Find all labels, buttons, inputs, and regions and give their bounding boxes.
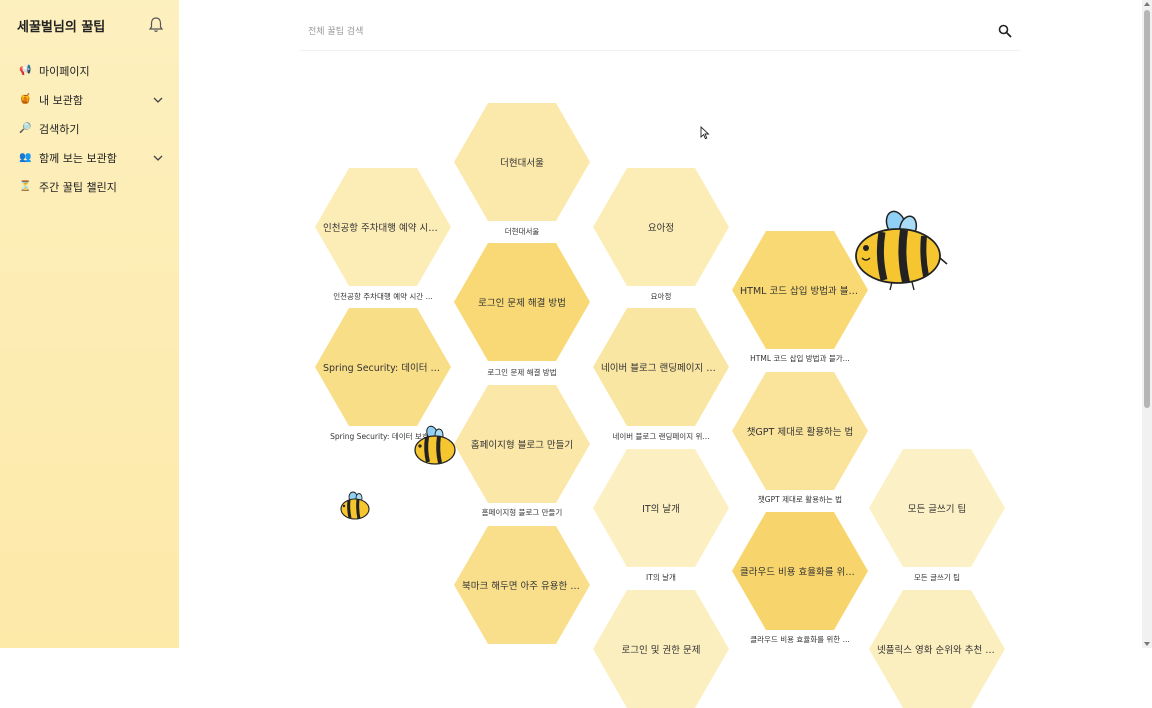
app-title[interactable]: 세꿀벌님의 꿀팁: [17, 16, 105, 35]
tip-hex[interactable]: 넷플릭스 영화 순위와 추천 작품: [869, 590, 1005, 708]
sidebar-item-label: 주간 꿀팁 챌린지: [39, 180, 117, 194]
sidebar-item-shared-storage[interactable]: 👥 함께 보는 보관함: [0, 143, 179, 172]
tip-title: 로그인 및 권한 문제: [621, 645, 701, 656]
sidebar: 세꿀벌님의 꿀팁 📢 마이페이지 🍯 내 보관함 🔎 검색하기 👥 함께 보는 …: [0, 0, 179, 648]
search-input[interactable]: [300, 18, 990, 46]
tip-title: 더현대서울: [500, 158, 544, 169]
bee-illustration: [855, 210, 948, 291]
trophy-icon: ⏳: [19, 180, 32, 192]
people-icon: 👥: [19, 151, 32, 163]
tip-hex[interactable]: IT의 날개: [593, 449, 729, 567]
bell-icon[interactable]: [147, 16, 165, 34]
scroll-down-arrow-icon[interactable]: [1144, 641, 1150, 647]
search-icon[interactable]: [998, 24, 1012, 38]
tip-caption: HTML 코드 삽입 방법과 블가...: [750, 354, 850, 363]
jar-icon: 🍯: [19, 93, 32, 105]
sidebar-item-weekly-challenge[interactable]: ⏳ 주간 꿀팁 챌린지: [0, 172, 179, 201]
tip-caption: 더현대서울: [504, 227, 540, 236]
tip-title: 모든 글쓰기 팁: [907, 504, 967, 515]
tip-title: 홈페이지형 블로그 만들기: [470, 440, 574, 451]
tip-title: 인천공항 주차대행 예약 시간 ...: [323, 223, 443, 234]
tip-hex[interactable]: 모든 글쓰기 팁: [869, 449, 1005, 567]
tip-caption: 인천공항 주차대행 예약 시간 ...: [333, 292, 433, 301]
search-bar: [300, 18, 1020, 46]
tip-title: 챗GPT 제대로 활용하는 법: [746, 427, 854, 438]
scrollbar-thumb[interactable]: [1144, 10, 1150, 408]
sidebar-item-label: 내 보관함: [39, 93, 83, 107]
tip-caption: 챗GPT 제대로 활용하는 법: [757, 495, 843, 504]
tip-caption: 로그인 문제 해결 방법: [487, 368, 557, 377]
megaphone-icon: 📢: [19, 64, 32, 76]
tip-hex[interactable]: 챗GPT 제대로 활용하는 법: [732, 372, 868, 490]
tip-hex[interactable]: HTML 코드 삽입 방법과 블가...: [732, 231, 868, 349]
tip-caption: 모든 글쓰기 팁: [913, 573, 961, 582]
magnifier-icon: 🔎: [19, 122, 32, 134]
sidebar-item-label: 함께 보는 보관함: [39, 151, 117, 165]
tip-caption: IT의 날개: [646, 573, 676, 582]
tip-caption: 네이버 블로그 랜딩페이지 위...: [612, 432, 710, 441]
tip-title: 넷플릭스 영화 순위와 추천 작품: [877, 645, 997, 656]
bee-illustration: [340, 491, 370, 520]
chevron-down-icon[interactable]: [152, 94, 164, 106]
tip-hex[interactable]: 클라우드 비용 효율화를 위한 ...: [732, 512, 868, 630]
tip-hex[interactable]: 네이버 블로그 랜딩페이지 위젯...: [593, 308, 729, 426]
sidebar-item-search[interactable]: 🔎 검색하기: [0, 114, 179, 143]
tip-hex[interactable]: 요아정: [593, 168, 729, 286]
tip-title: Spring Security: 데이터 보호...: [323, 363, 443, 374]
tip-title: 네이버 블로그 랜딩페이지 위젯...: [601, 363, 721, 374]
tip-caption: 클라우드 비용 효율화를 위한 ...: [750, 635, 850, 644]
tip-title: HTML 코드 삽입 방법과 블가...: [740, 286, 860, 297]
tip-caption: 요아정: [650, 292, 672, 301]
tip-hex[interactable]: 더현대서울: [454, 103, 590, 221]
tip-caption: 홈페이지형 블로그 만들기: [481, 508, 563, 517]
tip-title: 로그인 문제 해결 방법: [478, 298, 566, 309]
chevron-down-icon[interactable]: [152, 152, 164, 164]
vertical-scrollbar[interactable]: [1142, 0, 1152, 648]
tip-hex[interactable]: 홈페이지형 블로그 만들기: [454, 385, 590, 503]
tip-hex[interactable]: 북마크 해두면 아주 유용한 꿀...: [454, 526, 590, 644]
tip-hex[interactable]: Spring Security: 데이터 보호...: [315, 308, 451, 426]
scroll-up-arrow-icon[interactable]: [1144, 1, 1150, 7]
tip-title: 클라우드 비용 효율화를 위한 ...: [740, 567, 860, 578]
sidebar-item-label: 마이페이지: [39, 64, 90, 78]
tip-title: 북마크 해두면 아주 유용한 꿀...: [462, 581, 582, 592]
tip-title: IT의 날개: [642, 504, 680, 515]
search-divider: [300, 50, 1020, 51]
sidebar-item-mypage[interactable]: 📢 마이페이지: [0, 56, 179, 85]
sidebar-item-label: 검색하기: [39, 122, 80, 136]
sidebar-item-my-storage[interactable]: 🍯 내 보관함: [0, 85, 179, 114]
bee-illustration: [414, 425, 456, 465]
tip-title: 요아정: [647, 223, 675, 234]
tip-hex[interactable]: 로그인 및 권한 문제: [593, 590, 729, 708]
sidebar-nav: 📢 마이페이지 🍯 내 보관함 🔎 검색하기 👥 함께 보는 보관함 ⏳ 주간 …: [0, 56, 179, 201]
tip-hex[interactable]: 인천공항 주차대행 예약 시간 ...: [315, 168, 451, 286]
tip-hex[interactable]: 로그인 문제 해결 방법: [454, 243, 590, 361]
mouse-cursor-icon: [700, 126, 710, 140]
